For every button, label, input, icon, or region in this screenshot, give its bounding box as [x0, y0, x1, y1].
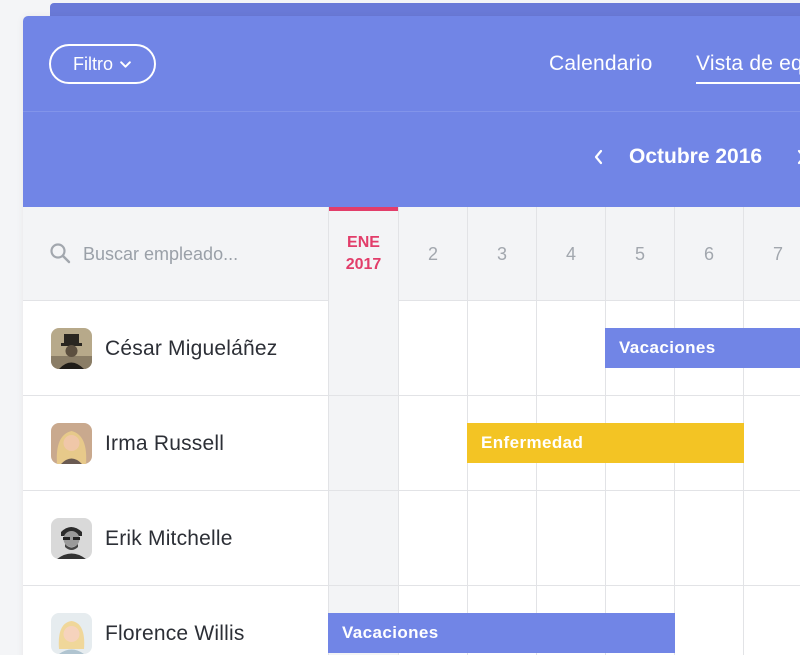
- grid-divider: [674, 491, 675, 585]
- day-header-month: ENE: [347, 234, 380, 251]
- event-vacation[interactable]: Vacaciones: [328, 613, 675, 653]
- employee-name: Erik Mitchelle: [105, 526, 233, 550]
- search-employee-input[interactable]: [83, 240, 313, 268]
- chevron-down-icon: [120, 60, 131, 68]
- search-icon: [50, 243, 71, 264]
- day-header-current[interactable]: ENE 2017: [328, 207, 398, 301]
- team-calendar-app: Filtro Calendario Vista de eq Octubre 20…: [23, 16, 800, 655]
- filter-button-label: Filtro: [73, 53, 113, 74]
- schedule-grid: ENE 2017 2 3 4 5 6 7 César Migueláñez: [23, 207, 800, 655]
- avatar: [51, 518, 92, 559]
- grid-divider: [398, 491, 399, 585]
- avatar: [51, 423, 92, 464]
- avatar: [51, 328, 92, 369]
- grid-divider: [605, 491, 606, 585]
- employee-cell[interactable]: Florence Willis: [23, 586, 328, 655]
- day-header[interactable]: 3: [467, 207, 536, 301]
- day-cell[interactable]: [328, 301, 398, 395]
- top-navigation-bar: Filtro Calendario Vista de eq: [23, 16, 800, 111]
- grid-divider: [398, 396, 399, 490]
- month-navigation: Octubre 2016: [23, 111, 800, 207]
- day-header[interactable]: 6: [674, 207, 743, 301]
- chevron-right-icon[interactable]: [795, 147, 800, 167]
- month-label: Octubre 2016: [629, 145, 763, 168]
- current-day-indicator: [329, 207, 398, 211]
- table-row: Erik Mitchelle: [23, 491, 800, 586]
- employee-cell[interactable]: Erik Mitchelle: [23, 491, 328, 586]
- day-header[interactable]: 7: [743, 207, 800, 301]
- tab-team-view[interactable]: Vista de eq: [696, 52, 800, 84]
- grid-divider: [743, 491, 744, 585]
- employee-name: César Migueláñez: [105, 336, 278, 360]
- filter-button[interactable]: Filtro: [49, 44, 156, 84]
- event-sick-leave[interactable]: Enfermedad: [467, 423, 744, 463]
- grid-divider: [398, 301, 399, 395]
- tab-calendar[interactable]: Calendario: [549, 52, 653, 76]
- day-header-year: 2017: [345, 256, 382, 273]
- day-header[interactable]: 4: [536, 207, 605, 301]
- day-header[interactable]: 2: [398, 207, 467, 301]
- day-cell[interactable]: [328, 396, 398, 490]
- employee-cell[interactable]: César Migueláñez: [23, 301, 328, 396]
- event-vacation[interactable]: Vacaciones: [605, 328, 800, 368]
- employee-name: Irma Russell: [105, 431, 225, 455]
- table-row: César Migueláñez Vacaciones: [23, 301, 800, 396]
- grid-divider: [743, 586, 744, 655]
- day-cell[interactable]: [328, 491, 398, 585]
- grid-divider: [467, 491, 468, 585]
- avatar: [51, 613, 92, 654]
- grid-divider: [536, 491, 537, 585]
- chevron-left-icon[interactable]: [591, 147, 607, 167]
- day-header[interactable]: 5: [605, 207, 674, 301]
- grid-divider: [467, 301, 468, 395]
- table-row: Irma Russell Enfermedad: [23, 396, 800, 491]
- employee-name: Florence Willis: [105, 621, 245, 645]
- employee-cell[interactable]: Irma Russell: [23, 396, 328, 491]
- grid-header-row: ENE 2017 2 3 4 5 6 7: [23, 207, 800, 301]
- grid-divider: [536, 301, 537, 395]
- table-row: Florence Willis Vacaciones: [23, 586, 800, 655]
